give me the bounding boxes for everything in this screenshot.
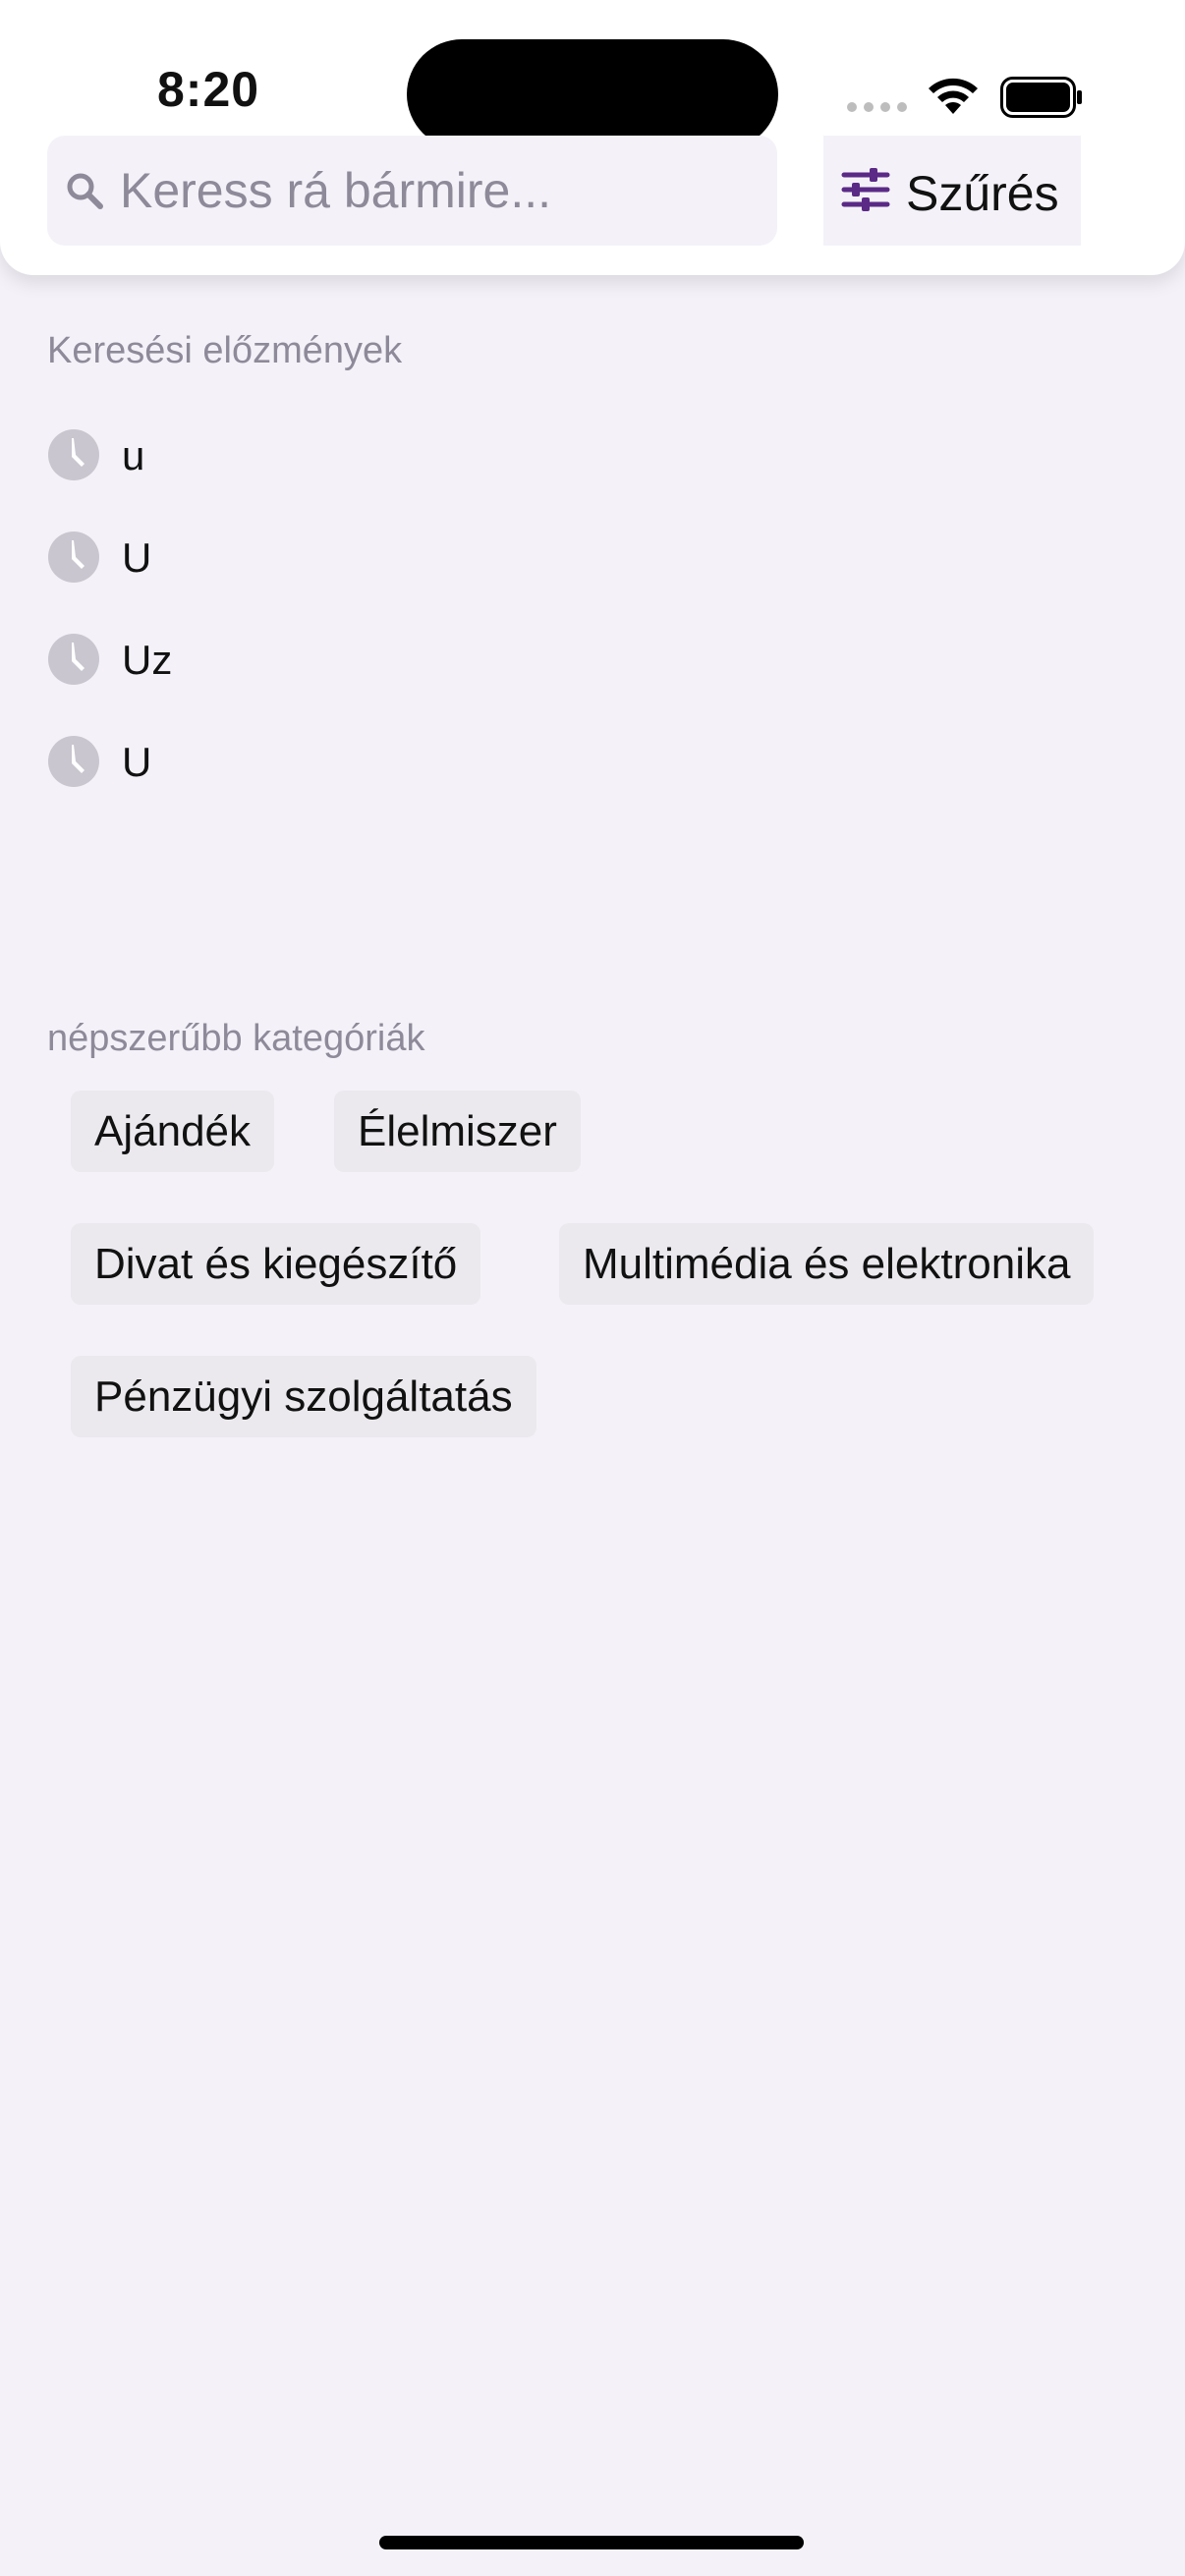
search-screen: 8:20 Keress rá bármire... Szűrés Keresés… [0,0,1185,2576]
status-time: 8:20 [157,62,260,117]
cellular-signal-icon [847,102,907,112]
category-chip[interactable]: Élelmiszer [334,1091,581,1172]
history-item[interactable]: Uz [47,621,637,700]
history-item-label: U [122,534,152,581]
search-field[interactable] [47,136,777,246]
header: 8:20 Keress rá bármire... Szűrés [0,0,1185,275]
battery-icon [1000,77,1082,118]
sliders-icon [841,168,890,211]
search-icon [67,173,103,209]
search-input[interactable] [120,136,759,246]
home-indicator[interactable] [379,2536,804,2549]
categories-title: népszerűbb kategóriák [47,1018,425,1059]
clock-icon [48,429,99,480]
history-item-label: u [122,432,145,478]
category-chip[interactable]: Pénzügyi szolgáltatás [71,1356,536,1437]
category-chip[interactable]: Divat és kiegészítő [71,1223,481,1305]
history-item[interactable]: U [47,723,637,802]
category-chip[interactable]: Ajándék [71,1091,275,1172]
clock-icon [48,634,99,685]
filter-label: Szűrés [906,166,1059,221]
filter-button[interactable]: Szűrés [823,136,1081,246]
category-chip[interactable]: Multimédia és elektronika [559,1223,1095,1305]
history-item-label: Uz [122,637,173,683]
history-item[interactable]: u [47,417,637,495]
wifi-icon [929,78,978,114]
history-item[interactable]: U [47,519,637,597]
dynamic-island [407,39,778,149]
clock-icon [48,736,99,787]
clock-icon [48,532,99,583]
history-item-label: U [122,739,152,785]
history-title: Keresési előzmények [47,330,403,371]
